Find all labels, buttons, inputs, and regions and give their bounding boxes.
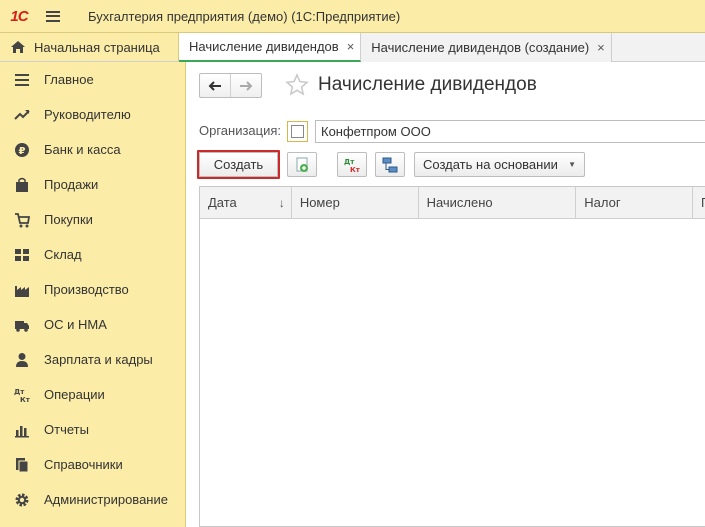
create-based-on-dropdown[interactable]: Создать на основании ▼ — [414, 152, 585, 177]
sidebar-item-label: Операции — [44, 387, 105, 402]
copy-button[interactable] — [287, 152, 317, 177]
main-content: Начисление дивидендов Организация: Конфе… — [187, 62, 705, 527]
documents-table: Дата ↓ Номер Начислено Налог П — [199, 186, 705, 527]
arrow-right-icon — [240, 80, 253, 91]
create-button[interactable]: Создать — [197, 150, 280, 179]
column-label: П — [701, 195, 705, 210]
title-bar: 1С Бухгалтерия предприятия (демо) (1С:Пр… — [0, 0, 705, 33]
svg-text:Кт: Кт — [350, 166, 361, 173]
copy-document-icon — [296, 157, 308, 172]
postings-button[interactable]: Дт Кт — [337, 152, 367, 177]
sort-down-icon: ↓ — [278, 195, 285, 210]
tab-bar: Начальная страница Начисление дивидендов… — [0, 33, 705, 62]
tab-label: Начисление дивидендов (создание) — [371, 40, 590, 55]
1c-logo: 1С — [10, 7, 28, 25]
sidebar-item-manager[interactable]: Руководителю — [0, 97, 185, 132]
svg-text:Дт: Дт — [344, 158, 355, 166]
sidebar-item-label: Отчеты — [44, 422, 89, 437]
sidebar-item-sales[interactable]: Продажи — [0, 167, 185, 202]
grid-icon — [15, 248, 29, 261]
sidebar-item-operations[interactable]: Дт Кт Операции — [0, 377, 185, 412]
app-title: Бухгалтерия предприятия (демо) (1С:Предп… — [88, 8, 401, 24]
favorite-star-icon[interactable] — [285, 73, 309, 97]
tab-dividends-create[interactable]: Начисление дивидендов (создание) × — [361, 33, 612, 62]
svg-text:Кт: Кт — [20, 396, 30, 403]
column-label: Налог — [584, 195, 621, 210]
sidebar-item-fixed-assets[interactable]: ОС и НМА — [0, 307, 185, 342]
home-icon — [11, 41, 25, 53]
sidebar-item-label: Производство — [44, 282, 129, 297]
sidebar-item-label: Главное — [44, 72, 94, 87]
column-label: Дата — [208, 195, 237, 210]
organization-checkbox[interactable] — [287, 121, 308, 142]
factory-icon — [15, 285, 29, 297]
column-label: Начислено — [426, 195, 493, 210]
create-button-label: Создать — [199, 152, 278, 177]
sidebar-item-salary[interactable]: Зарплата и кадры — [0, 342, 185, 377]
history-nav — [199, 73, 262, 98]
sidebar-item-label: Зарплата и кадры — [44, 352, 153, 367]
organization-label: Организация: — [199, 123, 282, 138]
sidebar-item-label: Руководителю — [44, 107, 131, 122]
sidebar-item-label: Администрирование — [44, 492, 168, 507]
close-icon[interactable]: × — [347, 39, 355, 54]
person-icon — [16, 352, 28, 367]
column-label: Номер — [299, 195, 340, 210]
sidebar-item-label: Банк и касса — [44, 142, 121, 157]
sidebar-item-production[interactable]: Производство — [0, 272, 185, 307]
sidebar-item-admin[interactable]: Администрирование — [0, 482, 185, 517]
forward-button[interactable] — [231, 74, 261, 97]
bag-icon — [16, 177, 28, 192]
sidebar-item-bank[interactable]: ₽ Банк и касса — [0, 132, 185, 167]
gear-icon — [15, 493, 29, 506]
checkbox-box — [291, 125, 304, 138]
sidebar-item-main[interactable]: Главное — [0, 62, 185, 97]
sidebar-item-label: Продажи — [44, 177, 99, 192]
column-tax[interactable]: Налог — [576, 187, 693, 218]
tab-label: Начисление дивидендов — [189, 39, 339, 54]
sidebar-item-warehouse[interactable]: Склад — [0, 237, 185, 272]
sidebar-item-label: Справочники — [44, 457, 123, 472]
hierarchy-icon — [382, 157, 398, 172]
column-date[interactable]: Дата ↓ — [200, 187, 292, 218]
sidebar-item-label: Покупки — [44, 212, 93, 227]
tab-dividends-list[interactable]: Начисление дивидендов × — [179, 33, 362, 62]
truck-icon — [15, 320, 29, 332]
dt-kt-icon: Дт Кт — [344, 158, 361, 173]
page-title: Начисление дивидендов — [318, 74, 537, 95]
bar-chart-icon — [15, 425, 29, 437]
sidebar-item-label: Склад — [44, 247, 82, 262]
create-based-on-label: Создать на основании — [423, 157, 558, 172]
sidebar-item-label: ОС и НМА — [44, 317, 107, 332]
dt-kt-icon: ДтКт — [14, 388, 30, 403]
trend-icon — [14, 109, 30, 120]
coin-icon: ₽ — [15, 142, 29, 157]
organization-field[interactable]: Конфетпром ООО — [315, 120, 705, 143]
main-menu-button[interactable] — [38, 0, 68, 33]
tab-home-label: Начальная страница — [34, 39, 160, 55]
cart-icon — [15, 212, 30, 227]
sidebar-item-catalogs[interactable]: Справочники — [0, 447, 185, 482]
column-accrued[interactable]: Начислено — [419, 187, 577, 218]
back-button[interactable] — [200, 74, 231, 97]
structure-button[interactable] — [375, 152, 405, 177]
dropdown-caret-icon: ▼ — [568, 160, 576, 169]
svg-text:Дт: Дт — [14, 388, 25, 396]
sidebar-item-purchases[interactable]: Покупки — [0, 202, 185, 237]
tab-home[interactable]: Начальная страница — [0, 33, 179, 61]
list-icon — [15, 73, 29, 86]
sidebar: Главное Руководителю ₽ Банк и касса Прод… — [0, 62, 186, 527]
table-header: Дата ↓ Номер Начислено Налог П — [200, 187, 705, 219]
column-truncated[interactable]: П — [693, 187, 705, 218]
svg-text:₽: ₽ — [19, 146, 26, 157]
sidebar-item-reports[interactable]: Отчеты — [0, 412, 185, 447]
arrow-left-icon — [208, 80, 221, 91]
hamburger-icon — [46, 10, 60, 22]
book-icon — [16, 457, 29, 472]
column-number[interactable]: Номер — [292, 187, 419, 218]
close-icon[interactable]: × — [597, 40, 605, 55]
